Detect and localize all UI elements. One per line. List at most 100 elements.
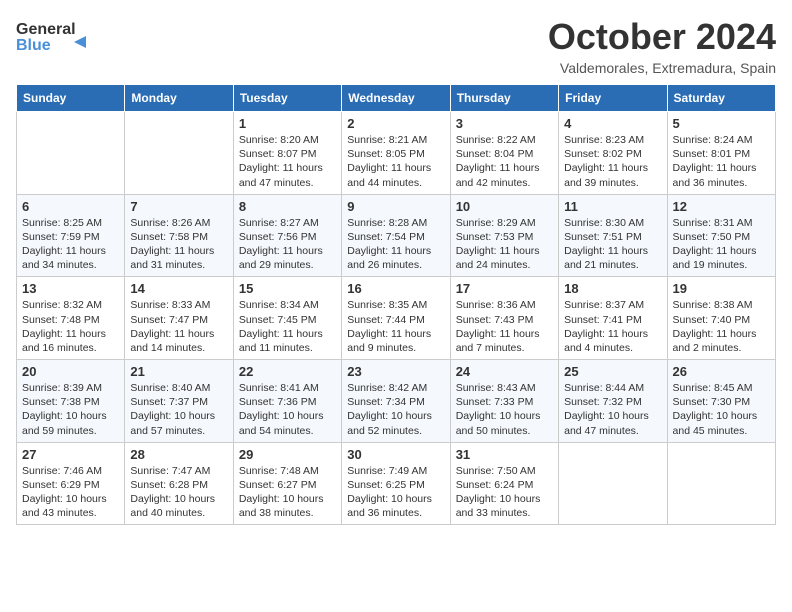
day-info: Sunrise: 8:41 AMSunset: 7:36 PMDaylight:… [239, 381, 336, 438]
calendar-cell: 23Sunrise: 8:42 AMSunset: 7:34 PMDayligh… [342, 360, 450, 443]
calendar-week-4: 20 Sunrise: 8:39 AMSunset: 7:38 PMDayligh… [17, 360, 776, 443]
day-info: Sunrise: 8:36 AMSunset: 7:43 PMDaylight:… [456, 298, 553, 355]
day-info: Sunrise: 8:33 AMSunset: 7:47 PMDaylight:… [130, 298, 227, 355]
day-info: Sunrise: 8:21 AMSunset: 8:05 PMDaylight:… [347, 133, 444, 190]
day-number: 24 [456, 364, 553, 379]
page-header: General Blue October 2024 Valdemorales, … [16, 16, 776, 76]
calendar-cell: 25Sunrise: 8:44 AMSunset: 7:32 PMDayligh… [559, 360, 667, 443]
day-number: 25 [564, 364, 661, 379]
weekday-header-row: SundayMondayTuesdayWednesdayThursdayFrid… [17, 85, 776, 112]
day-info: Sunrise: 8:30 AMSunset: 7:51 PMDaylight:… [564, 216, 661, 273]
calendar-cell: 2 Sunrise: 8:21 AMSunset: 8:05 PMDaylight… [342, 112, 450, 195]
calendar-cell: 22Sunrise: 8:41 AMSunset: 7:36 PMDayligh… [233, 360, 341, 443]
calendar-cell: 26Sunrise: 8:45 AMSunset: 7:30 PMDayligh… [667, 360, 775, 443]
day-info: Sunrise: 8:35 AMSunset: 7:44 PMDaylight:… [347, 298, 444, 355]
calendar-cell [559, 442, 667, 525]
calendar-cell: 4 Sunrise: 8:23 AMSunset: 8:02 PMDaylight… [559, 112, 667, 195]
weekday-wednesday: Wednesday [342, 85, 450, 112]
calendar-week-2: 6 Sunrise: 8:25 AMSunset: 7:59 PMDaylight… [17, 194, 776, 277]
day-number: 3 [456, 116, 553, 131]
calendar-cell: 1 Sunrise: 8:20 AMSunset: 8:07 PMDaylight… [233, 112, 341, 195]
day-number: 1 [239, 116, 336, 131]
calendar-cell: 7Sunrise: 8:26 AMSunset: 7:58 PMDaylight… [125, 194, 233, 277]
day-number: 15 [239, 281, 336, 296]
calendar-cell: 27 Sunrise: 7:46 AMSunset: 6:29 PMDayligh… [17, 442, 125, 525]
calendar-cell: 31 Sunrise: 7:50 AMSunset: 6:24 PMDayligh… [450, 442, 558, 525]
calendar-cell [125, 112, 233, 195]
calendar-week-1: 1 Sunrise: 8:20 AMSunset: 8:07 PMDaylight… [17, 112, 776, 195]
calendar-header: SundayMondayTuesdayWednesdayThursdayFrid… [17, 85, 776, 112]
title-block: October 2024 Valdemorales, Extremadura, … [548, 16, 776, 76]
day-number: 19 [673, 281, 770, 296]
day-number: 9 [347, 199, 444, 214]
day-number: 18 [564, 281, 661, 296]
day-info: Sunrise: 8:23 AMSunset: 8:02 PMDaylight:… [564, 133, 661, 190]
calendar-cell: 21 Sunrise: 8:40 AMSunset: 7:37 PMDayligh… [125, 360, 233, 443]
day-info: Sunrise: 8:24 AMSunset: 8:01 PMDaylight:… [673, 133, 770, 190]
day-number: 31 [456, 447, 553, 462]
calendar-week-5: 27 Sunrise: 7:46 AMSunset: 6:29 PMDayligh… [17, 442, 776, 525]
weekday-saturday: Saturday [667, 85, 775, 112]
calendar-cell: 16 Sunrise: 8:35 AMSunset: 7:44 PMDayligh… [342, 277, 450, 360]
day-number: 4 [564, 116, 661, 131]
day-number: 28 [130, 447, 227, 462]
calendar-cell: 11 Sunrise: 8:30 AMSunset: 7:51 PMDayligh… [559, 194, 667, 277]
day-number: 30 [347, 447, 444, 462]
calendar-body: 1 Sunrise: 8:20 AMSunset: 8:07 PMDaylight… [17, 112, 776, 525]
day-info: Sunrise: 7:50 AMSunset: 6:24 PMDaylight:… [456, 464, 553, 521]
calendar-cell: 17 Sunrise: 8:36 AMSunset: 7:43 PMDayligh… [450, 277, 558, 360]
day-number: 23 [347, 364, 444, 379]
day-info: Sunrise: 8:28 AMSunset: 7:54 PMDaylight:… [347, 216, 444, 273]
day-number: 21 [130, 364, 227, 379]
day-number: 20 [22, 364, 119, 379]
day-info: Sunrise: 8:22 AMSunset: 8:04 PMDaylight:… [456, 133, 553, 190]
calendar-cell: 28Sunrise: 7:47 AMSunset: 6:28 PMDayligh… [125, 442, 233, 525]
day-info: Sunrise: 8:45 AMSunset: 7:30 PMDaylight:… [673, 381, 770, 438]
day-number: 8 [239, 199, 336, 214]
day-info: Sunrise: 8:38 AMSunset: 7:40 PMDaylight:… [673, 298, 770, 355]
day-info: Sunrise: 7:46 AMSunset: 6:29 PMDaylight:… [22, 464, 119, 521]
calendar-cell: 6 Sunrise: 8:25 AMSunset: 7:59 PMDaylight… [17, 194, 125, 277]
location-subtitle: Valdemorales, Extremadura, Spain [548, 60, 776, 76]
calendar-cell: 20 Sunrise: 8:39 AMSunset: 7:38 PMDayligh… [17, 360, 125, 443]
day-info: Sunrise: 8:37 AMSunset: 7:41 PMDaylight:… [564, 298, 661, 355]
weekday-sunday: Sunday [17, 85, 125, 112]
logo-svg: General Blue [16, 16, 96, 58]
calendar-cell: 13 Sunrise: 8:32 AMSunset: 7:48 PMDayligh… [17, 277, 125, 360]
calendar-week-3: 13 Sunrise: 8:32 AMSunset: 7:48 PMDayligh… [17, 277, 776, 360]
calendar-cell: 10Sunrise: 8:29 AMSunset: 7:53 PMDayligh… [450, 194, 558, 277]
calendar-cell [17, 112, 125, 195]
day-info: Sunrise: 8:32 AMSunset: 7:48 PMDaylight:… [22, 298, 119, 355]
weekday-monday: Monday [125, 85, 233, 112]
day-info: Sunrise: 8:40 AMSunset: 7:37 PMDaylight:… [130, 381, 227, 438]
calendar-cell: 30 Sunrise: 7:49 AMSunset: 6:25 PMDayligh… [342, 442, 450, 525]
day-number: 14 [130, 281, 227, 296]
calendar-cell: 19 Sunrise: 8:38 AMSunset: 7:40 PMDayligh… [667, 277, 775, 360]
day-info: Sunrise: 8:34 AMSunset: 7:45 PMDaylight:… [239, 298, 336, 355]
day-number: 2 [347, 116, 444, 131]
weekday-tuesday: Tuesday [233, 85, 341, 112]
calendar-cell: 5Sunrise: 8:24 AMSunset: 8:01 PMDaylight… [667, 112, 775, 195]
day-info: Sunrise: 7:49 AMSunset: 6:25 PMDaylight:… [347, 464, 444, 521]
day-info: Sunrise: 8:43 AMSunset: 7:33 PMDaylight:… [456, 381, 553, 438]
day-number: 27 [22, 447, 119, 462]
day-info: Sunrise: 8:20 AMSunset: 8:07 PMDaylight:… [239, 133, 336, 190]
calendar-cell: 3 Sunrise: 8:22 AMSunset: 8:04 PMDaylight… [450, 112, 558, 195]
weekday-friday: Friday [559, 85, 667, 112]
day-number: 6 [22, 199, 119, 214]
day-number: 7 [130, 199, 227, 214]
day-number: 11 [564, 199, 661, 214]
calendar-cell: 9 Sunrise: 8:28 AMSunset: 7:54 PMDaylight… [342, 194, 450, 277]
day-info: Sunrise: 8:29 AMSunset: 7:53 PMDaylight:… [456, 216, 553, 273]
logo: General Blue [16, 16, 96, 58]
day-number: 16 [347, 281, 444, 296]
day-info: Sunrise: 8:39 AMSunset: 7:38 PMDaylight:… [22, 381, 119, 438]
day-number: 13 [22, 281, 119, 296]
day-info: Sunrise: 8:25 AMSunset: 7:59 PMDaylight:… [22, 216, 119, 273]
svg-text:General: General [16, 21, 76, 38]
calendar-cell: 29Sunrise: 7:48 AMSunset: 6:27 PMDayligh… [233, 442, 341, 525]
calendar-cell: 12Sunrise: 8:31 AMSunset: 7:50 PMDayligh… [667, 194, 775, 277]
month-title: October 2024 [548, 16, 776, 58]
calendar-table: SundayMondayTuesdayWednesdayThursdayFrid… [16, 84, 776, 525]
day-number: 17 [456, 281, 553, 296]
